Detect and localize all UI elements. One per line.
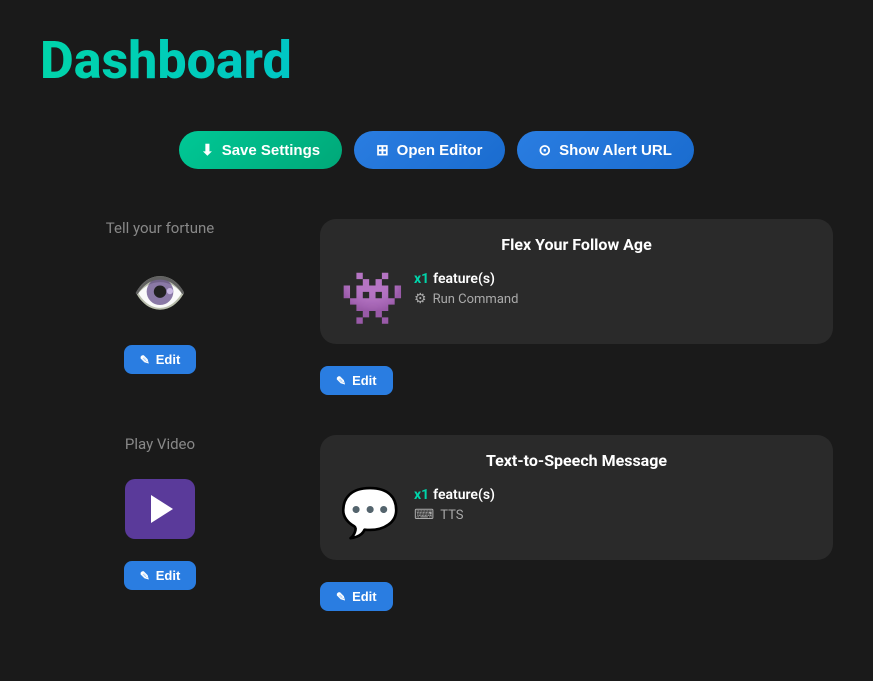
right-pane-1: Flex Your Follow Age 👾 x1 feature(s) ⚙ xyxy=(320,219,833,395)
left-pane-2: Play Video ✎ Edit xyxy=(40,435,280,611)
video-edit-button[interactable]: ✎ Edit xyxy=(124,561,197,590)
tts-feature-line: x1 feature(s) xyxy=(414,484,813,503)
left-pane-1: Tell your fortune 👁️ ✎ Edit xyxy=(40,219,280,395)
open-editor-button[interactable]: ⊞ Open Editor xyxy=(354,131,504,169)
flex-follow-edit-button[interactable]: ✎ Edit xyxy=(320,366,393,395)
tts-details: x1 feature(s) ⌨ TTS xyxy=(414,484,813,523)
toolbar: ⬇ Save Settings ⊞ Open Editor ⊙ Show Ale… xyxy=(40,131,833,169)
tts-edit-button[interactable]: ✎ Edit xyxy=(320,582,393,611)
save-icon: ⬇ xyxy=(201,141,214,159)
flex-follow-title: Flex Your Follow Age xyxy=(340,235,813,254)
alert-icon: ⊙ xyxy=(539,141,552,159)
tts-content: 💬 x1 feature(s) ⌨ TTS xyxy=(340,484,813,544)
tts-card: Text-to-Speech Message 💬 x1 feature(s) ⌨… xyxy=(320,435,833,560)
edit-icon-2: ✎ xyxy=(336,374,346,388)
tts-title: Text-to-Speech Message xyxy=(340,451,813,470)
edit-icon-1: ✎ xyxy=(140,353,150,367)
flex-feature-label: feature(s) xyxy=(433,271,495,287)
left-label-2: Play Video xyxy=(40,435,280,453)
tts-feature-label: feature(s) xyxy=(433,487,495,503)
save-settings-button[interactable]: ⬇ Save Settings xyxy=(179,131,342,169)
monster-icon-wrapper: 👾 xyxy=(340,268,400,328)
video-icon-wrapper xyxy=(125,479,195,539)
right-pane-2: Text-to-Speech Message 💬 x1 feature(s) ⌨… xyxy=(320,435,833,611)
fortune-edit-button[interactable]: ✎ Edit xyxy=(124,345,197,374)
tts-action: ⌨ TTS xyxy=(414,507,813,523)
edit-icon-3: ✎ xyxy=(140,569,150,583)
speech-bubble-icon: 💬 xyxy=(340,484,400,541)
editor-icon: ⊞ xyxy=(376,141,389,159)
flex-command: ⚙ Run Command xyxy=(414,291,813,307)
show-alert-url-button[interactable]: ⊙ Show Alert URL xyxy=(517,131,694,169)
page-title: Dashboard xyxy=(40,30,833,91)
flex-multiplier: x1 xyxy=(414,271,429,287)
flex-follow-content: 👾 x1 feature(s) ⚙ Run Command xyxy=(340,268,813,328)
alert-row-2: Play Video ✎ Edit Text-to-Speech Message… xyxy=(40,435,833,611)
flex-follow-feature-line: x1 feature(s) xyxy=(414,268,813,287)
monster-emoji: 👾 xyxy=(340,268,405,329)
fortune-icon-wrapper: 👁️ xyxy=(125,263,195,323)
tts-icon: ⌨ xyxy=(414,507,434,523)
alert-row-1: Tell your fortune 👁️ ✎ Edit Flex Your Fo… xyxy=(40,219,833,395)
gear-icon: ⚙ xyxy=(414,291,427,307)
eye-icon: 👁️ xyxy=(133,267,188,319)
tts-multiplier: x1 xyxy=(414,487,429,503)
play-triangle-icon xyxy=(151,495,173,523)
left-label-1: Tell your fortune xyxy=(40,219,280,237)
flex-follow-details: x1 feature(s) ⚙ Run Command xyxy=(414,268,813,307)
speech-icon-wrapper: 💬 xyxy=(340,484,400,544)
flex-follow-age-card: Flex Your Follow Age 👾 x1 feature(s) ⚙ xyxy=(320,219,833,344)
edit-icon-4: ✎ xyxy=(336,590,346,604)
